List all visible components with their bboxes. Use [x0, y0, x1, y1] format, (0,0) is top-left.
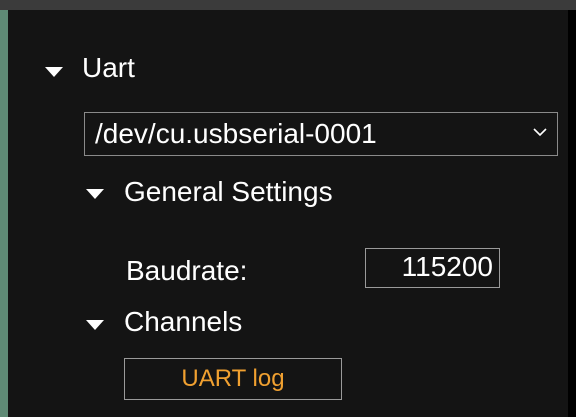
channels-label[interactable]: Channels	[124, 305, 242, 339]
uart-section-label[interactable]: Uart	[82, 51, 135, 85]
general-settings-label[interactable]: General Settings	[124, 175, 333, 209]
top-strip	[0, 0, 576, 10]
chevron-down-icon	[533, 128, 547, 137]
uart-expand-icon[interactable]	[45, 67, 63, 77]
app-frame: Uart /dev/cu.usbserial-0001 General Sett…	[0, 0, 576, 417]
baudrate-input[interactable]: 115200	[365, 248, 500, 288]
panel-accent-bar	[0, 10, 8, 417]
baudrate-label: Baudrate:	[126, 255, 248, 286]
channels-expand-icon[interactable]	[86, 320, 104, 330]
port-select[interactable]: /dev/cu.usbserial-0001	[84, 112, 558, 156]
general-settings-expand-icon[interactable]	[86, 189, 104, 199]
channel-uart-log-button[interactable]: UART log	[124, 358, 342, 400]
panel-right-edge	[568, 10, 576, 417]
port-select-value: /dev/cu.usbserial-0001	[95, 118, 377, 149]
